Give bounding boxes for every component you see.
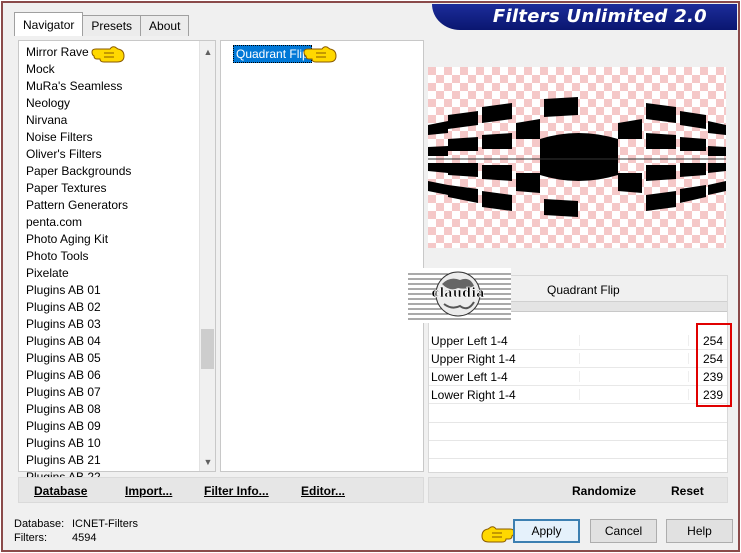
values-highlight-box	[696, 323, 732, 407]
category-item[interactable]: Mock	[26, 62, 55, 77]
status-database-value: ICNET-Filters	[72, 518, 138, 530]
status-filters: Filters: 4594	[14, 532, 96, 544]
tab-about[interactable]: About	[140, 15, 190, 36]
category-item[interactable]: Oliver's Filters	[26, 147, 102, 162]
filter-item-quadrant-flip[interactable]: Quadrant Flip	[233, 45, 312, 63]
category-item[interactable]: Pattern Generators	[26, 198, 128, 213]
reset-button[interactable]: Reset	[671, 484, 704, 498]
pointing-hand-icon	[303, 46, 337, 63]
empty-control-row	[429, 422, 727, 423]
filter-preview-image	[428, 67, 726, 248]
category-scrollbar[interactable]: ▲ ▼	[199, 41, 215, 471]
import-button[interactable]: Import...	[125, 484, 172, 498]
category-item[interactable]: Paper Backgrounds	[26, 164, 131, 179]
watermark-text: claudia	[431, 286, 485, 301]
category-item[interactable]: Neology	[26, 96, 70, 111]
title-banner: Filters Unlimited 2.0	[432, 4, 737, 30]
apply-button[interactable]: Apply	[513, 519, 580, 543]
category-item[interactable]: Plugins AB 02	[26, 300, 101, 315]
editor-button[interactable]: Editor...	[301, 484, 345, 498]
slider-track[interactable]	[579, 335, 689, 346]
right-button-strip: Randomize Reset	[428, 477, 728, 503]
help-button[interactable]: Help	[666, 519, 733, 543]
slider-upper-left[interactable]: Upper Left 1-4 254	[429, 332, 727, 350]
randomize-button[interactable]: Randomize	[572, 484, 636, 498]
filter-info-button[interactable]: Filter Info...	[204, 484, 269, 498]
category-item[interactable]: Plugins AB 01	[26, 283, 101, 298]
slider-track[interactable]	[579, 389, 689, 400]
status-database-label: Database:	[14, 518, 65, 530]
database-button[interactable]: Database	[34, 484, 87, 498]
status-filters-label: Filters:	[14, 532, 47, 544]
banner-title: Filters Unlimited 2.0	[492, 6, 707, 27]
category-item[interactable]: Paper Textures	[26, 181, 107, 196]
category-item[interactable]: Photo Tools	[26, 249, 89, 264]
slider-track[interactable]	[579, 353, 689, 364]
category-item[interactable]: MuRa's Seamless	[26, 79, 122, 94]
category-item[interactable]: Plugins AB 21	[26, 453, 101, 468]
empty-control-row	[429, 458, 727, 459]
category-item[interactable]: Photo Aging Kit	[26, 232, 108, 247]
category-item[interactable]: Plugins AB 06	[26, 368, 101, 383]
category-item[interactable]: Plugins AB 10	[26, 436, 101, 451]
tab-navigator[interactable]: Navigator	[14, 12, 84, 36]
category-item[interactable]: Plugins AB 08	[26, 402, 101, 417]
scroll-down-icon[interactable]: ▼	[202, 456, 214, 468]
slider-label: Upper Right 1-4	[431, 352, 516, 366]
cancel-button[interactable]: Cancel	[590, 519, 657, 543]
category-item[interactable]: Plugins AB 03	[26, 317, 101, 332]
category-item[interactable]: Plugins AB 04	[26, 334, 101, 349]
empty-control-row	[429, 440, 727, 441]
left-button-strip: Database Import... Filter Info... Editor…	[18, 477, 424, 503]
filter-list[interactable]: Quadrant Flip	[220, 40, 424, 472]
slider-lower-left[interactable]: Lower Left 1-4 239	[429, 368, 727, 386]
controls-title: Quadrant Flip	[547, 283, 620, 297]
category-item[interactable]: Nirvana	[26, 113, 67, 128]
category-item[interactable]: Mirror Rave	[26, 45, 89, 60]
slider-upper-right[interactable]: Upper Right 1-4 254	[429, 350, 727, 368]
status-filters-value: 4594	[72, 532, 97, 544]
slider-lower-right[interactable]: Lower Right 1-4 239	[429, 386, 727, 404]
pointing-hand-icon	[91, 46, 125, 63]
slider-label: Lower Right 1-4	[431, 388, 516, 402]
scroll-thumb[interactable]	[201, 329, 214, 369]
scroll-up-icon[interactable]: ▲	[202, 46, 214, 58]
category-item[interactable]: penta.com	[26, 215, 82, 230]
category-item[interactable]: Plugins AB 07	[26, 385, 101, 400]
slider-track[interactable]	[579, 371, 689, 382]
pointing-hand-icon	[481, 526, 515, 543]
status-database: Database: ICNET-Filters	[14, 518, 138, 530]
category-item[interactable]: Pixelate	[26, 266, 69, 281]
category-item[interactable]: Noise Filters	[26, 130, 93, 145]
tab-bar: Navigator Presets About	[14, 12, 190, 37]
category-list[interactable]: Mirror Rave Mock MuRa's Seamless Neology Nir…	[18, 40, 216, 484]
tab-presets[interactable]: Presets	[82, 15, 142, 36]
category-item[interactable]: Plugins AB 09	[26, 419, 101, 434]
claudia-watermark-logo: claudia	[408, 268, 511, 323]
category-item[interactable]: Plugins AB 05	[26, 351, 101, 366]
slider-label: Upper Left 1-4	[431, 334, 508, 348]
slider-label: Lower Left 1-4	[431, 370, 508, 384]
